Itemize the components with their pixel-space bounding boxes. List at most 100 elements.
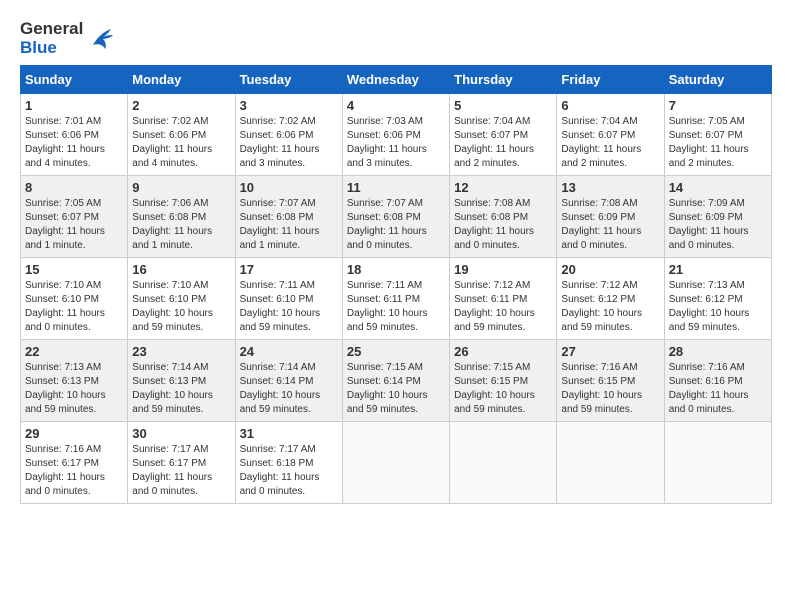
day-info: Sunrise: 7:15 AMSunset: 6:15 PMDaylight:… [454, 361, 552, 417]
day-number: 1 [25, 98, 123, 113]
calendar-cell: 17 Sunrise: 7:11 AMSunset: 6:10 PMDayligh… [235, 258, 342, 340]
calendar-cell: 3Sunrise: 7:02 AMSunset: 6:06 PMDaylight… [235, 94, 342, 176]
calendar-cell [664, 422, 771, 504]
day-number: 28 [669, 344, 767, 359]
weekday-header-sunday: Sunday [21, 66, 128, 94]
calendar-week-4: 22 Sunrise: 7:13 AMSunset: 6:13 PMDayligh… [21, 340, 772, 422]
calendar-cell: 18 Sunrise: 7:11 AMSunset: 6:11 PMDayligh… [342, 258, 449, 340]
day-info: Sunrise: 7:14 AMSunset: 6:13 PMDaylight:… [132, 361, 230, 417]
calendar-cell: 28Sunrise: 7:16 AMSunset: 6:16 PMDayligh… [664, 340, 771, 422]
day-info: Sunrise: 7:03 AMSunset: 6:06 PMDaylight:… [347, 115, 445, 171]
day-number: 12 [454, 180, 552, 195]
calendar-cell: 15Sunrise: 7:10 AMSunset: 6:10 PMDayligh… [21, 258, 128, 340]
day-number: 9 [132, 180, 230, 195]
calendar-cell: 26Sunrise: 7:15 AMSunset: 6:15 PMDayligh… [450, 340, 557, 422]
day-number: 4 [347, 98, 445, 113]
day-info: Sunrise: 7:17 AMSunset: 6:18 PMDaylight:… [240, 443, 338, 499]
calendar-cell [342, 422, 449, 504]
day-info: Sunrise: 7:04 AMSunset: 6:07 PMDaylight:… [561, 115, 659, 171]
calendar-week-5: 29 Sunrise: 7:16 AMSunset: 6:17 PMDayligh… [21, 422, 772, 504]
day-number: 29 [25, 426, 123, 441]
weekday-header-row: SundayMondayTuesdayWednesdayThursdayFrid… [21, 66, 772, 94]
day-number: 19 [454, 262, 552, 277]
day-number: 21 [669, 262, 767, 277]
calendar-cell: 16 Sunrise: 7:10 AMSunset: 6:10 PMDayligh… [128, 258, 235, 340]
day-number: 23 [132, 344, 230, 359]
day-number: 25 [347, 344, 445, 359]
calendar-cell: 20Sunrise: 7:12 AMSunset: 6:12 PMDayligh… [557, 258, 664, 340]
day-info: Sunrise: 7:13 AMSunset: 6:13 PMDaylight:… [25, 361, 123, 417]
calendar-cell: 9 Sunrise: 7:06 AMSunset: 6:08 PMDaylight… [128, 176, 235, 258]
calendar-cell: 1 Sunrise: 7:01 AMSunset: 6:06 PMDaylight… [21, 94, 128, 176]
calendar-cell: 30 Sunrise: 7:17 AMSunset: 6:17 PMDayligh… [128, 422, 235, 504]
calendar-week-1: 1 Sunrise: 7:01 AMSunset: 6:06 PMDaylight… [21, 94, 772, 176]
day-info: Sunrise: 7:11 AMSunset: 6:11 PMDaylight:… [347, 279, 445, 335]
calendar-cell: 22 Sunrise: 7:13 AMSunset: 6:13 PMDayligh… [21, 340, 128, 422]
day-number: 27 [561, 344, 659, 359]
day-info: Sunrise: 7:11 AMSunset: 6:10 PMDaylight:… [240, 279, 338, 335]
day-number: 17 [240, 262, 338, 277]
calendar-cell: 23 Sunrise: 7:14 AMSunset: 6:13 PMDayligh… [128, 340, 235, 422]
day-number: 8 [25, 180, 123, 195]
calendar-cell: 8 Sunrise: 7:05 AMSunset: 6:07 PMDaylight… [21, 176, 128, 258]
day-info: Sunrise: 7:16 AMSunset: 6:15 PMDaylight:… [561, 361, 659, 417]
weekday-header-tuesday: Tuesday [235, 66, 342, 94]
day-info: Sunrise: 7:17 AMSunset: 6:17 PMDaylight:… [132, 443, 230, 499]
weekday-header-wednesday: Wednesday [342, 66, 449, 94]
day-number: 18 [347, 262, 445, 277]
calendar-cell: 24 Sunrise: 7:14 AMSunset: 6:14 PMDayligh… [235, 340, 342, 422]
day-number: 6 [561, 98, 659, 113]
calendar-week-3: 15Sunrise: 7:10 AMSunset: 6:10 PMDayligh… [21, 258, 772, 340]
day-number: 7 [669, 98, 767, 113]
day-info: Sunrise: 7:05 AMSunset: 6:07 PMDaylight:… [669, 115, 767, 171]
day-number: 11 [347, 180, 445, 195]
calendar-cell: 10 Sunrise: 7:07 AMSunset: 6:08 PMDayligh… [235, 176, 342, 258]
day-info: Sunrise: 7:10 AMSunset: 6:10 PMDaylight:… [132, 279, 230, 335]
day-info: Sunrise: 7:06 AMSunset: 6:08 PMDaylight:… [132, 197, 230, 253]
day-info: Sunrise: 7:13 AMSunset: 6:12 PMDaylight:… [669, 279, 767, 335]
day-info: Sunrise: 7:16 AMSunset: 6:17 PMDaylight:… [25, 443, 123, 499]
calendar-cell: 4 Sunrise: 7:03 AMSunset: 6:06 PMDaylight… [342, 94, 449, 176]
day-info: Sunrise: 7:02 AMSunset: 6:06 PMDaylight:… [132, 115, 230, 171]
logo-blue-text: Blue [20, 39, 83, 58]
day-number: 13 [561, 180, 659, 195]
calendar-cell: 25 Sunrise: 7:15 AMSunset: 6:14 PMDayligh… [342, 340, 449, 422]
logo: General Blue [20, 20, 115, 57]
calendar-cell: 2Sunrise: 7:02 AMSunset: 6:06 PMDaylight… [128, 94, 235, 176]
calendar-cell: 29 Sunrise: 7:16 AMSunset: 6:17 PMDayligh… [21, 422, 128, 504]
calendar-cell: 11 Sunrise: 7:07 AMSunset: 6:08 PMDayligh… [342, 176, 449, 258]
calendar-cell: 19 Sunrise: 7:12 AMSunset: 6:11 PMDayligh… [450, 258, 557, 340]
day-info: Sunrise: 7:02 AMSunset: 6:06 PMDaylight:… [240, 115, 338, 171]
calendar-cell: 5 Sunrise: 7:04 AMSunset: 6:07 PMDaylight… [450, 94, 557, 176]
day-number: 22 [25, 344, 123, 359]
weekday-header-thursday: Thursday [450, 66, 557, 94]
day-number: 31 [240, 426, 338, 441]
logo-bird-icon [85, 25, 115, 53]
day-info: Sunrise: 7:14 AMSunset: 6:14 PMDaylight:… [240, 361, 338, 417]
day-info: Sunrise: 7:05 AMSunset: 6:07 PMDaylight:… [25, 197, 123, 253]
day-info: Sunrise: 7:07 AMSunset: 6:08 PMDaylight:… [240, 197, 338, 253]
day-info: Sunrise: 7:08 AMSunset: 6:09 PMDaylight:… [561, 197, 659, 253]
weekday-header-saturday: Saturday [664, 66, 771, 94]
day-info: Sunrise: 7:15 AMSunset: 6:14 PMDaylight:… [347, 361, 445, 417]
calendar-week-2: 8 Sunrise: 7:05 AMSunset: 6:07 PMDaylight… [21, 176, 772, 258]
day-number: 5 [454, 98, 552, 113]
day-info: Sunrise: 7:01 AMSunset: 6:06 PMDaylight:… [25, 115, 123, 171]
calendar-cell: 21 Sunrise: 7:13 AMSunset: 6:12 PMDayligh… [664, 258, 771, 340]
day-info: Sunrise: 7:07 AMSunset: 6:08 PMDaylight:… [347, 197, 445, 253]
calendar-cell [557, 422, 664, 504]
day-info: Sunrise: 7:04 AMSunset: 6:07 PMDaylight:… [454, 115, 552, 171]
calendar-cell: 13 Sunrise: 7:08 AMSunset: 6:09 PMDayligh… [557, 176, 664, 258]
day-number: 30 [132, 426, 230, 441]
calendar-cell: 31 Sunrise: 7:17 AMSunset: 6:18 PMDayligh… [235, 422, 342, 504]
day-number: 16 [132, 262, 230, 277]
day-number: 24 [240, 344, 338, 359]
weekday-header-monday: Monday [128, 66, 235, 94]
day-info: Sunrise: 7:12 AMSunset: 6:11 PMDaylight:… [454, 279, 552, 335]
day-info: Sunrise: 7:09 AMSunset: 6:09 PMDaylight:… [669, 197, 767, 253]
calendar-cell: 27 Sunrise: 7:16 AMSunset: 6:15 PMDayligh… [557, 340, 664, 422]
calendar-cell: 12 Sunrise: 7:08 AMSunset: 6:08 PMDayligh… [450, 176, 557, 258]
day-info: Sunrise: 7:08 AMSunset: 6:08 PMDaylight:… [454, 197, 552, 253]
calendar-table: SundayMondayTuesdayWednesdayThursdayFrid… [20, 65, 772, 504]
day-number: 10 [240, 180, 338, 195]
